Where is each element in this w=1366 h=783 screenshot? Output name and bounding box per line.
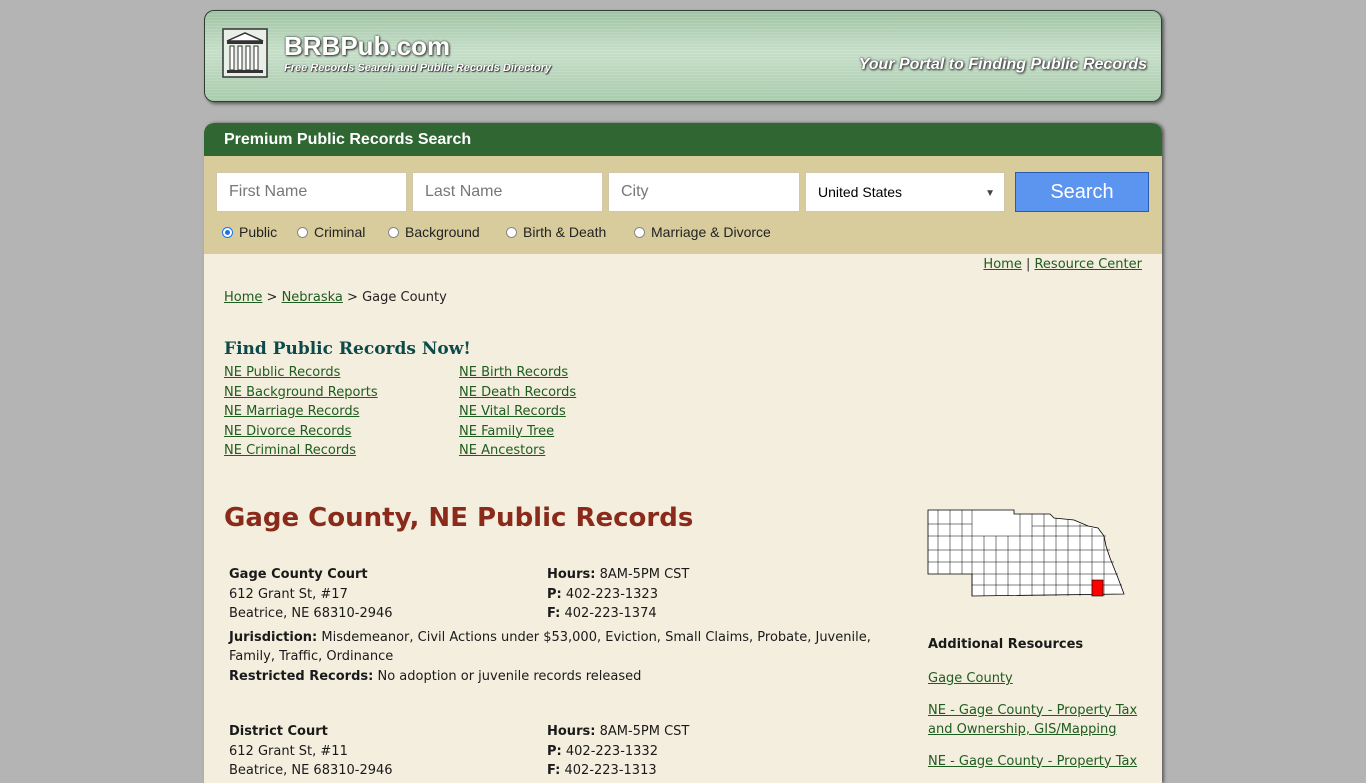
property-tax-link[interactable]: NE - Gage County - Property Tax xyxy=(928,752,1148,772)
radio-public-dot[interactable] xyxy=(222,226,233,238)
courthouse-logo-icon[interactable] xyxy=(221,27,269,79)
breadcrumb-separator: > xyxy=(347,290,358,305)
fax-label: F: xyxy=(547,763,561,778)
office-gage-county-court: Gage County Court 612 Grant St, #17 Beat… xyxy=(229,565,889,686)
find-records-heading: Find Public Records Now! xyxy=(224,339,471,359)
page-title: Gage County, NE Public Records xyxy=(224,503,694,533)
office-hours: 8AM-5PM CST xyxy=(599,724,690,739)
phone-label: P: xyxy=(547,586,562,602)
office-phone: 402-223-1323 xyxy=(565,586,658,602)
gage-county-highlight xyxy=(1091,579,1104,597)
last-name-input[interactable]: Last Name xyxy=(412,172,603,212)
hours-label: Hours: xyxy=(547,567,596,582)
office-contact: Hours: 8AM-5PM CST P: 402-223-1323 F: 40… xyxy=(547,565,689,624)
gage-county-link[interactable]: Gage County xyxy=(928,669,1148,689)
ne-public-records-link[interactable]: NE Public Records xyxy=(224,363,378,383)
office-fax: 402-223-1374 xyxy=(564,606,657,621)
chevron-down-icon: ▼ xyxy=(985,188,995,199)
records-links-column-1: NE Public Records NE Background Reports … xyxy=(224,363,378,461)
office-restricted: Restricted Records: No adoption or juven… xyxy=(229,667,889,687)
search-button[interactable]: Search xyxy=(1015,172,1149,212)
restricted-label: Restricted Records: xyxy=(229,668,374,684)
nebraska-county-map[interactable] xyxy=(926,506,1128,602)
ne-divorce-records-link[interactable]: NE Divorce Records xyxy=(224,422,378,442)
records-links-column-2: NE Birth Records NE Death Records NE Vit… xyxy=(459,363,576,461)
ne-vital-records-link[interactable]: NE Vital Records xyxy=(459,402,576,422)
country-select-value: United States xyxy=(818,184,903,200)
ne-family-tree-link[interactable]: NE Family Tree xyxy=(459,422,576,442)
radio-criminal[interactable]: Criminal xyxy=(297,223,365,241)
ne-background-reports-link[interactable]: NE Background Reports xyxy=(224,383,378,403)
radio-marriage-divorce-dot[interactable] xyxy=(634,226,645,238)
breadcrumb: Home > Nebraska > Gage County xyxy=(224,290,447,305)
office-jurisdiction: Jurisdiction: Misdemeanor, Civil Actions… xyxy=(229,628,889,667)
ne-death-records-link[interactable]: NE Death Records xyxy=(459,383,576,403)
ne-birth-records-link[interactable]: NE Birth Records xyxy=(459,363,576,383)
breadcrumb-separator: > xyxy=(266,290,278,305)
hours-label: Hours: xyxy=(547,724,596,739)
ne-ancestors-link[interactable]: NE Ancestors xyxy=(459,441,576,461)
main-panel: Premium Public Records Search First Name… xyxy=(204,123,1162,783)
top-links-separator: | xyxy=(1025,257,1031,272)
additional-resources-links: Gage County NE - Gage County - Property … xyxy=(928,669,1148,783)
radio-birth-death-label: Birth & Death xyxy=(523,224,607,240)
office-district-court: District Court 612 Grant St, #11 Beatric… xyxy=(229,722,889,781)
breadcrumb-state-link[interactable]: Nebraska xyxy=(282,290,343,305)
jurisdiction-value: Misdemeanor, Civil Actions under $53,000… xyxy=(229,629,871,665)
ne-marriage-records-link[interactable]: NE Marriage Records xyxy=(224,402,378,422)
site-tagline: Free Records Search and Public Records D… xyxy=(284,62,552,74)
radio-background-label: Background xyxy=(405,224,480,240)
radio-public-label: Public xyxy=(239,224,278,240)
radio-public[interactable]: Public xyxy=(222,223,277,241)
radio-background-dot[interactable] xyxy=(388,226,399,238)
top-nav-links: Home | Resource Center xyxy=(983,257,1142,272)
office-hours: 8AM-5PM CST xyxy=(599,567,690,582)
restricted-value: No adoption or juvenile records released xyxy=(377,668,642,684)
radio-birth-death-dot[interactable] xyxy=(506,226,517,238)
radio-birth-death[interactable]: Birth & Death xyxy=(506,223,606,241)
ne-criminal-records-link[interactable]: NE Criminal Records xyxy=(224,441,378,461)
phone-label: P: xyxy=(547,743,562,759)
office-fax: 402-223-1313 xyxy=(564,763,657,778)
jurisdiction-label: Jurisdiction: xyxy=(229,629,318,645)
search-panel-title: Premium Public Records Search xyxy=(204,123,1162,156)
country-select[interactable]: United States ▼ xyxy=(805,172,1005,212)
radio-marriage-divorce[interactable]: Marriage & Divorce xyxy=(634,223,771,241)
radio-marriage-divorce-label: Marriage & Divorce xyxy=(651,224,771,240)
site-name[interactable]: BRBPub.com xyxy=(284,31,450,62)
first-name-input[interactable]: First Name xyxy=(216,172,407,212)
office-contact: Hours: 8AM-5PM CST P: 402-223-1332 F: 40… xyxy=(547,722,689,781)
top-home-link[interactable]: Home xyxy=(983,257,1021,272)
site-banner: BRBPub.com Free Records Search and Publi… xyxy=(204,10,1162,102)
radio-criminal-label: Criminal xyxy=(314,224,366,240)
radio-criminal-dot[interactable] xyxy=(297,226,308,238)
breadcrumb-home-link[interactable]: Home xyxy=(224,290,262,305)
fax-label: F: xyxy=(547,606,561,621)
radio-background[interactable]: Background xyxy=(388,223,480,241)
portal-slogan: Your Portal to Finding Public Records xyxy=(858,56,1147,73)
additional-resources-heading: Additional Resources xyxy=(928,637,1084,652)
property-tax-gis-link[interactable]: NE - Gage County - Property Tax and Owne… xyxy=(928,701,1148,740)
breadcrumb-current: Gage County xyxy=(362,290,447,305)
city-input[interactable]: City xyxy=(608,172,800,212)
resource-center-link[interactable]: Resource Center xyxy=(1034,257,1142,272)
office-phone: 402-223-1332 xyxy=(565,743,658,759)
